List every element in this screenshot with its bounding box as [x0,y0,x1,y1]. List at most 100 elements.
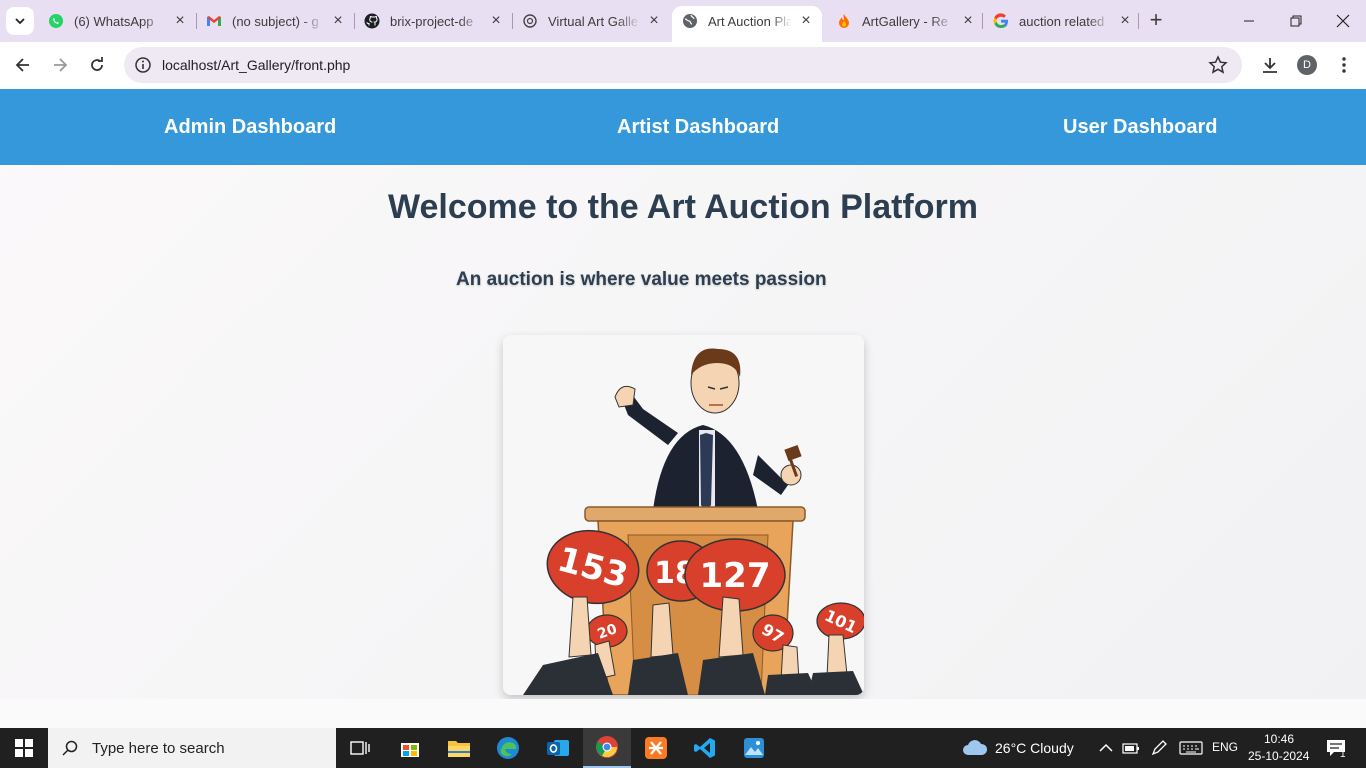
tab-separator [512,13,513,29]
tab-title: auction related [1019,13,1105,29]
tab-title: (no subject) - g [232,13,319,29]
browser-tab-strip: (6) WhatsApp × (no subject) - g × brix-p… [0,0,1366,42]
taskbar-chrome[interactable] [583,728,631,768]
restore-button[interactable] [1281,8,1311,34]
photos-icon [744,738,764,758]
tab-github[interactable]: brix-project-de × [364,6,504,36]
close-icon [1336,14,1350,28]
close-icon[interactable]: × [488,13,504,29]
tab-separator [196,13,197,29]
task-view-icon [350,741,370,755]
auctioneer-illustration: 153 18 127 20 97 101 [503,335,864,695]
paddle-number: 127 [700,556,771,596]
globe-icon [682,13,698,29]
auctioneer-image: 153 18 127 20 97 101 [503,335,864,695]
gmail-icon [206,13,222,29]
tab-separator [982,13,983,29]
nav-artist-dashboard[interactable]: Artist Dashboard [617,116,779,139]
restore-icon [1290,15,1302,27]
close-icon[interactable]: × [1117,13,1133,29]
windows-taskbar: Type here to search 26°C Cloudy ENG 10:4… [0,728,1366,768]
chevron-down-icon [15,18,25,25]
browser-menu-button[interactable] [1333,54,1355,76]
close-icon[interactable]: × [172,13,188,29]
tab-title: ArtGallery - Re [862,13,948,29]
close-icon[interactable]: × [798,13,814,29]
google-icon [993,13,1009,29]
taskbar-store[interactable] [386,728,434,768]
taskbar-edge[interactable] [484,728,532,768]
start-button[interactable] [0,728,48,768]
tab-chatgpt[interactable]: Virtual Art Galle × [522,6,662,36]
browser-toolbar: localhost/Art_Gallery/front.php D [0,42,1366,89]
edge-icon [497,737,519,759]
tab-title: Art Auction Pla [708,13,792,29]
taskbar-file-explorer[interactable] [435,728,483,768]
clock-date[interactable]: 25-10-2024 [1248,749,1309,763]
tab-title: (6) WhatsApp [74,13,154,29]
clock-time[interactable]: 10:46 [1264,732,1294,746]
taskbar-vscode[interactable] [681,728,729,768]
tab-title: brix-project-de [390,13,474,29]
close-icon[interactable]: × [646,13,662,29]
star-icon[interactable] [1208,55,1228,75]
arrow-right-icon [54,58,68,72]
download-button[interactable] [1259,54,1281,76]
new-tab-button[interactable]: + [1144,9,1168,33]
close-window-button[interactable] [1328,8,1358,34]
tab-art-auction[interactable]: Art Auction Pla × [672,6,822,42]
close-icon[interactable]: × [330,13,346,29]
outlook-icon [547,740,569,756]
chatgpt-icon [522,13,538,29]
cloud-icon[interactable] [962,738,988,758]
pen-icon[interactable] [1149,738,1169,758]
tab-search-button[interactable] [6,7,34,35]
reload-button[interactable] [84,52,110,78]
address-bar[interactable]: localhost/Art_Gallery/front.php [124,47,1242,83]
page-subtitle: An auction is where value meets passion [456,269,827,290]
page-bottom-strip [0,699,1366,728]
minimize-button[interactable] [1234,8,1264,34]
chevron-up-icon[interactable] [1096,738,1116,758]
flame-icon [836,13,852,29]
notification-count: 1 [1340,749,1346,760]
battery-icon[interactable] [1121,738,1141,758]
tab-artgallery[interactable]: ArtGallery - Re × [836,6,976,36]
keyboard-icon[interactable] [1178,738,1204,758]
tab-separator [354,13,355,29]
site-info-icon[interactable] [134,56,152,74]
close-icon[interactable]: × [960,13,976,29]
top-navbar: Admin Dashboard Artist Dashboard User Da… [0,89,1366,165]
taskbar-outlook[interactable] [534,728,582,768]
xampp-icon [645,737,667,759]
bid-paddle: 101 [816,602,864,640]
taskbar-search-box[interactable]: Type here to search [48,728,336,768]
url-text[interactable]: localhost/Art_Gallery/front.php [162,57,350,73]
tab-google-search[interactable]: auction related × [993,6,1133,36]
taskbar-photos[interactable] [730,728,778,768]
taskbar-xampp[interactable] [632,728,680,768]
tab-gmail[interactable]: (no subject) - g × [206,6,346,36]
windows-logo-icon [15,739,33,757]
page-body: Admin Dashboard Artist Dashboard User Da… [0,89,1366,699]
tab-whatsapp[interactable]: (6) WhatsApp × [48,6,188,36]
nav-user-dashboard[interactable]: User Dashboard [1063,116,1218,139]
profile-avatar[interactable]: D [1297,55,1317,75]
chrome-icon [596,736,618,758]
page-title: Welcome to the Art Auction Platform [387,188,978,226]
more-vertical-icon [1342,57,1346,73]
weather-text[interactable]: 26°C Cloudy [995,740,1074,756]
folder-icon [448,741,470,757]
search-placeholder: Type here to search [92,739,225,757]
minimize-icon [1244,20,1254,22]
nav-admin-dashboard[interactable]: Admin Dashboard [164,116,336,139]
store-icon [401,743,419,757]
task-view-button[interactable] [336,728,384,768]
language-indicator[interactable]: ENG [1212,740,1238,754]
tab-separator [1138,13,1139,29]
vscode-icon [694,738,715,758]
back-button[interactable] [10,52,36,78]
search-icon [62,740,78,756]
forward-button[interactable] [47,52,73,78]
tab-title: Virtual Art Galle [548,13,639,29]
